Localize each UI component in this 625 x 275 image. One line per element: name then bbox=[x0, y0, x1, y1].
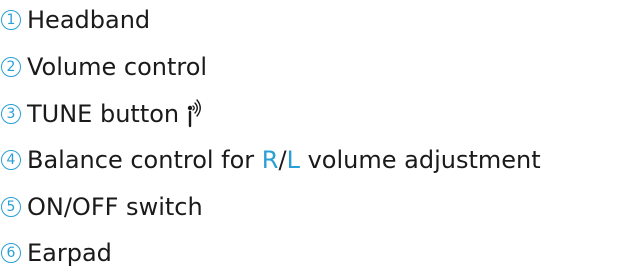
part-item-volume-control: 2 Volume control bbox=[0, 47, 207, 87]
part-number-badge: 4 bbox=[1, 150, 21, 170]
part-item-on-off-switch: 5 ON/OFF switch bbox=[0, 187, 203, 227]
part-label: Headband bbox=[27, 6, 151, 34]
part-item-tune-button: 3 TUNE button bbox=[0, 94, 205, 134]
part-number-badge: 2 bbox=[1, 57, 21, 77]
part-item-earpad: 6 Earpad bbox=[0, 233, 112, 273]
part-number-badge: 6 bbox=[1, 243, 21, 263]
part-label: ON/OFF switch bbox=[27, 193, 203, 221]
part-label: Earpad bbox=[27, 239, 112, 267]
part-number-badge: 3 bbox=[1, 104, 21, 124]
part-item-headband: 1 Headband bbox=[0, 0, 150, 40]
part-label-prefix: Balance control for bbox=[27, 146, 262, 174]
right-channel-letter: R bbox=[261, 146, 279, 174]
part-label: Balance control for R/L volume adjustmen… bbox=[27, 148, 541, 172]
part-item-balance-control: 4 Balance control for R/L volume adjustm… bbox=[0, 140, 541, 180]
tune-wave-icon bbox=[185, 99, 205, 129]
channel-separator: / bbox=[278, 146, 287, 174]
part-number-badge: 5 bbox=[1, 197, 21, 217]
part-label: TUNE button bbox=[27, 100, 180, 128]
part-label: Volume control bbox=[27, 53, 208, 81]
left-channel-letter: L bbox=[286, 146, 300, 174]
part-number-badge: 1 bbox=[1, 10, 21, 30]
part-label-suffix: volume adjustment bbox=[299, 146, 541, 174]
